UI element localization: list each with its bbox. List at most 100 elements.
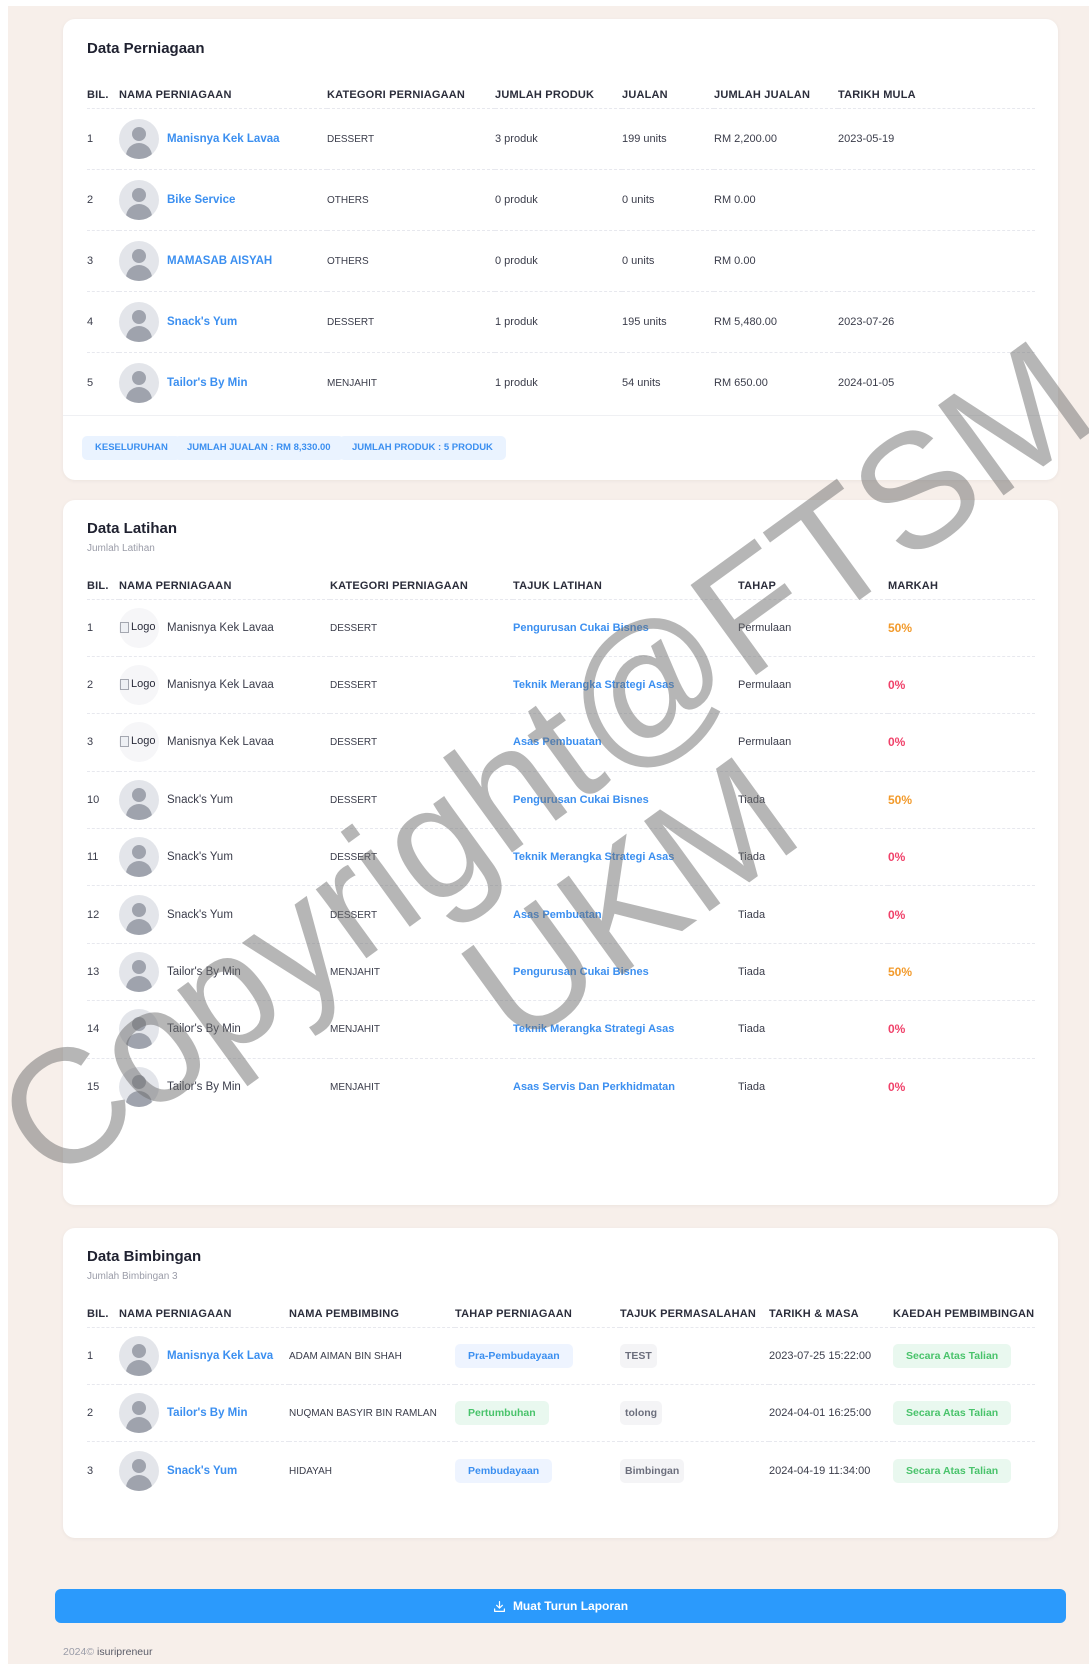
cell-jumlah: RM 650.00 — [714, 352, 838, 413]
sales-units: 0 units — [622, 254, 655, 267]
avatar-body — [126, 976, 152, 993]
row-number: 4 — [87, 315, 94, 328]
avatar-head — [132, 1075, 146, 1090]
business-name-link[interactable]: Manisnya Kek Lavaa — [167, 133, 280, 145]
cell-nama: Bike Service — [119, 169, 327, 231]
cell-tahap: Pembudayaan — [455, 1442, 620, 1499]
footer-brand-link[interactable]: isuripreneur — [97, 1646, 152, 1658]
avatar-head — [132, 845, 146, 860]
cell-kategori: MENJAHIT — [327, 352, 495, 413]
logo-alt-text: Logo — [131, 735, 156, 748]
score-value: 0% — [888, 1022, 906, 1037]
cell-produk: 0 produk — [495, 230, 622, 292]
business-name: Tailor's By Min — [167, 1081, 241, 1094]
table-header: BIL. NAMA PERNIAGAAN NAMA PEMBIMBING TAHAP … — [87, 1301, 1035, 1328]
column-header: TARIKH MULA — [838, 82, 1035, 109]
business-name-link[interactable]: Tailor's By Min — [167, 377, 247, 389]
business-name-cell: Tailor's By Min — [119, 952, 330, 993]
cell-kategori: DESSERT — [330, 599, 513, 657]
cell-tarikh: 2024-04-19 11:34:00 — [769, 1442, 893, 1499]
training-title-link[interactable]: Pengurusan Cukai Bisnes — [513, 966, 649, 978]
cell-kategori: MENJAHIT — [330, 1058, 513, 1115]
latihan-card: Data Latihan Jumlah Latihan BIL. NAMA PER… — [63, 500, 1058, 1205]
cell-tajuk: Pengurusan Cukai Bisnes — [513, 943, 738, 1002]
business-stage-badge: Pra-Pembudayaan — [455, 1343, 573, 1368]
cell-kategori: DESSERT — [330, 713, 513, 772]
training-title-link[interactable]: Asas Pembuatan — [513, 909, 602, 921]
issue-title-badge: TEST — [620, 1343, 657, 1368]
cell-tarikh: 2023-07-25 15:22:00 — [769, 1327, 893, 1385]
row-number: 3 — [87, 736, 94, 749]
bimbingan-subtitle: Jumlah Bimbingan 3 — [87, 1271, 178, 1282]
column-header: JUALAN — [622, 82, 714, 109]
cell-produk: 1 produk — [495, 291, 622, 353]
business-name-cell: Logo Manisnya Kek Lavaa — [119, 607, 330, 648]
cell-jualan: 195 units — [622, 291, 714, 353]
perniagaan-title: Data Perniagaan — [87, 40, 205, 57]
avatar-body — [126, 203, 152, 220]
sales-units: 54 units — [622, 376, 661, 389]
column-header: NAMA PEMBIMBING — [289, 1301, 455, 1328]
cell-nama: Snack's Yum — [119, 291, 327, 353]
training-title-link[interactable]: Pengurusan Cukai Bisnes — [513, 794, 649, 806]
business-name-link[interactable]: MAMASAB AISYAH — [167, 255, 272, 267]
table-row: 3 Snack's Yum HIDAYAH Pembudayaan Bimbingan 2… — [87, 1442, 1035, 1499]
business-name-cell: Snack's Yum — [119, 779, 330, 820]
business-name-link[interactable]: Bike Service — [167, 194, 235, 206]
category-text: MENJAHIT — [330, 967, 380, 979]
training-title-link[interactable]: Pengurusan Cukai Bisnes — [513, 622, 649, 634]
cell-jualan: 0 units — [622, 169, 714, 231]
avatar-body — [126, 918, 152, 935]
sales-units: 195 units — [622, 315, 667, 328]
category-text: DESSERT — [327, 316, 375, 328]
start-date: 2023-05-19 — [838, 132, 895, 145]
method-badge: Secara Atas Talian — [893, 1343, 1012, 1368]
row-number: 13 — [87, 966, 100, 979]
training-title-link[interactable]: Asas Pembuatan — [513, 736, 602, 748]
business-name-link[interactable]: Snack's Yum — [167, 316, 237, 328]
avatar-body — [126, 1033, 152, 1050]
business-name-cell: MAMASAB AISYAH — [119, 240, 327, 281]
business-name-link[interactable]: Manisnya Kek Lava — [167, 1350, 273, 1362]
sales-amount: RM 5,480.00 — [714, 315, 777, 328]
cell-kategori: DESSERT — [327, 291, 495, 353]
summary-jumlah-produk-badge: JUMLAH PRODUK : 5 PRODUK — [339, 436, 506, 460]
column-header: KATEGORI PERNIAGAAN — [327, 82, 495, 109]
sales-amount: RM 2,200.00 — [714, 132, 777, 145]
business-name-link[interactable]: Snack's Yum — [167, 1465, 237, 1477]
cell-nama: Logo Manisnya Kek Lavaa — [119, 656, 330, 715]
avatar — [119, 837, 159, 878]
cell-produk: 0 produk — [495, 169, 622, 231]
cell-kategori: DESSERT — [327, 108, 495, 170]
training-title-link[interactable]: Teknik Merangka Strategi Asas — [513, 679, 674, 691]
training-level: Tiada — [738, 851, 766, 864]
broken-logo-image: Logo — [119, 607, 159, 648]
cell-pembimbing: NUQMAN BASYIR BIN RAMLAN — [289, 1384, 455, 1443]
datetime-text: 2023-07-25 15:22:00 — [769, 1349, 872, 1362]
avatar-head — [132, 787, 146, 802]
table-row: 13 Tailor's By Min MENJAHIT Pengurusan Cuka… — [87, 943, 1035, 1002]
business-name-link[interactable]: Tailor's By Min — [167, 1407, 247, 1419]
table-row: 11 Snack's Yum DESSERT Teknik Merangka Stra… — [87, 828, 1035, 887]
score-value: 50% — [888, 620, 913, 635]
product-count: 0 produk — [495, 193, 538, 206]
latihan-title: Data Latihan — [87, 520, 178, 537]
mentor-name: ADAM AIMAN BIN SHAH — [289, 1350, 402, 1362]
business-name: Tailor's By Min — [167, 966, 241, 979]
cell-markah: 50% — [888, 599, 1035, 657]
training-title-link[interactable]: Teknik Merangka Strategi Asas — [513, 851, 674, 863]
score-value: 0% — [888, 1080, 906, 1095]
table-row: 2 Bike Service Others 0 produk 0 units RM 0.0… — [87, 169, 1035, 231]
training-title-link[interactable]: Asas Servis Dan Perkhidmatan — [513, 1081, 675, 1093]
download-report-button[interactable]: Muat Turun Laporan — [55, 1589, 1066, 1623]
table-header: BIL. NAMA PERNIAGAAN KATEGORI PERNIAGAAN JU… — [87, 82, 1035, 109]
score-value: 0% — [888, 907, 906, 922]
training-title-link[interactable]: Teknik Merangka Strategi Asas — [513, 1023, 674, 1035]
cell-tarikh: 2023-05-19 — [838, 108, 1035, 170]
logo-alt-text: Logo — [131, 678, 156, 691]
avatar-head — [132, 1401, 146, 1416]
business-name-cell: Snack's Yum — [119, 1450, 289, 1491]
logo-alt-text: Logo — [131, 620, 156, 633]
avatar-body — [126, 264, 152, 281]
cell-markah: 0% — [888, 1058, 1035, 1115]
